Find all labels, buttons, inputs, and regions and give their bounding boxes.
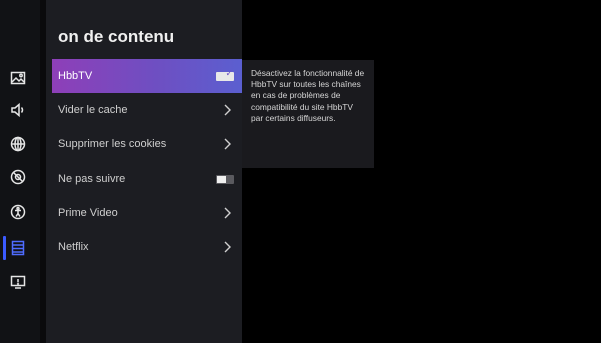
content-list-icon[interactable] <box>8 238 28 258</box>
active-indicator <box>3 236 6 260</box>
page-title: on de contenu <box>58 27 175 46</box>
help-tooltip: Désactivez la fonctionnalité de HbbTV su… <box>242 60 374 168</box>
menu-item-prime-video[interactable]: Prime Video <box>52 196 242 230</box>
menu-item-label: HbbTV <box>58 70 93 82</box>
picture-icon[interactable] <box>8 68 28 88</box>
chevron-right-icon <box>220 137 234 151</box>
chevron-right-icon <box>220 240 234 254</box>
chevron-right-icon <box>220 103 234 117</box>
hbbtv-toggle[interactable] <box>216 69 234 81</box>
support-icon[interactable] <box>8 272 28 292</box>
accessibility-off-icon[interactable] <box>8 167 28 187</box>
menu-item-label: Prime Video <box>58 207 118 219</box>
menu-item-netflix[interactable]: Netflix <box>52 230 242 264</box>
menu-item-do-not-track[interactable]: Ne pas suivre <box>52 162 242 196</box>
sound-icon[interactable] <box>8 100 28 120</box>
settings-menu: on de contenu HbbTV Vider le cache Suppr… <box>46 0 242 343</box>
chevron-right-icon <box>220 206 234 220</box>
do-not-track-toggle[interactable] <box>216 174 234 184</box>
menu-item-label: Supprimer les cookies <box>58 138 167 150</box>
network-icon[interactable] <box>8 134 28 154</box>
accessibility-icon[interactable] <box>8 202 28 222</box>
menu-item-label: Netflix <box>58 241 89 253</box>
menu-item-label: Ne pas suivre <box>58 173 126 185</box>
settings-sidebar <box>0 0 40 343</box>
menu-item-label: Vider le cache <box>58 104 128 116</box>
menu-item-delete-cookies[interactable]: Supprimer les cookies <box>52 127 242 161</box>
menu-item-clear-cache[interactable]: Vider le cache <box>52 93 242 127</box>
menu-item-hbbtv[interactable]: HbbTV <box>52 59 242 93</box>
